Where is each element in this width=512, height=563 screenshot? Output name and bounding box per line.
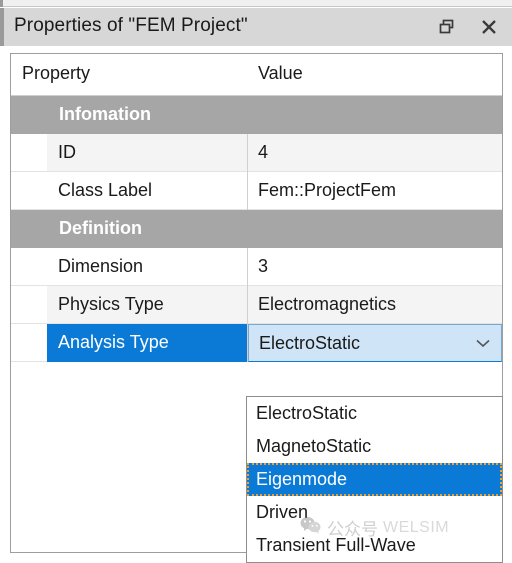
table-row[interactable]: Class Label Fem::ProjectFem xyxy=(11,172,502,210)
table-row[interactable]: ID 4 xyxy=(11,134,502,172)
window-top-strip xyxy=(0,0,512,7)
row-indent xyxy=(11,286,47,324)
row-indent xyxy=(11,248,47,286)
window-title: Properties of "FEM Project" xyxy=(14,15,248,36)
table-header-row: Property Value xyxy=(11,54,502,96)
section-header-label: Definition xyxy=(59,218,142,238)
table-empty-row xyxy=(11,362,502,400)
properties-window: Properties of "FEM Project" Property Val… xyxy=(0,0,512,563)
dropdown-option-electrostatic[interactable]: ElectroStatic xyxy=(247,397,502,430)
row-value[interactable]: Fem::ProjectFem xyxy=(248,172,502,210)
dropdown-option-eigenmode[interactable]: Eigenmode xyxy=(247,463,502,496)
table-row-analysis-type[interactable]: Analysis Type ElectroStatic xyxy=(11,324,502,362)
close-button[interactable] xyxy=(474,12,504,42)
analysis-type-combobox[interactable]: ElectroStatic xyxy=(248,324,502,362)
row-indent xyxy=(11,324,47,362)
titlebar-accent-bar xyxy=(0,8,4,46)
row-property-label: Dimension xyxy=(47,248,247,286)
close-icon xyxy=(480,18,498,36)
dropdown-option-magnetostatic[interactable]: MagnetoStatic xyxy=(247,430,502,463)
column-header-value[interactable]: Value xyxy=(258,63,303,84)
window-titlebar[interactable]: Properties of "FEM Project" xyxy=(0,8,512,46)
analysis-type-combobox-value: ElectroStatic xyxy=(259,332,361,353)
window-top-strip-accent xyxy=(0,0,3,7)
table-row[interactable]: Physics Type Electromagnetics xyxy=(11,286,502,324)
titlebar-button-group xyxy=(432,8,504,46)
row-indent xyxy=(11,134,47,172)
table-row[interactable]: Dimension 3 xyxy=(11,248,502,286)
column-header-property[interactable]: Property xyxy=(22,63,90,84)
row-property-label: ID xyxy=(47,134,247,172)
row-property-label: Physics Type xyxy=(47,286,247,324)
section-header-definition[interactable]: Definition xyxy=(11,210,502,248)
dropdown-option-transient-full-wave[interactable]: Transient Full-Wave xyxy=(247,529,502,562)
chevron-down-icon[interactable] xyxy=(475,338,491,348)
section-header-information[interactable]: Infomation xyxy=(11,96,502,134)
row-value[interactable]: Electromagnetics xyxy=(248,286,502,324)
row-indent xyxy=(11,172,47,210)
restore-icon xyxy=(438,18,456,36)
dropdown-option-driven[interactable]: Driven xyxy=(247,496,502,529)
analysis-type-dropdown-list[interactable]: ElectroStatic MagnetoStatic Eigenmode Dr… xyxy=(246,396,503,563)
row-value[interactable]: 3 xyxy=(248,248,502,286)
row-property-label: Class Label xyxy=(47,172,247,210)
row-property-label-analysis-type: Analysis Type xyxy=(47,324,247,362)
float-restore-button[interactable] xyxy=(432,12,462,42)
row-value[interactable]: 4 xyxy=(248,134,502,172)
section-header-label: Infomation xyxy=(59,104,151,124)
